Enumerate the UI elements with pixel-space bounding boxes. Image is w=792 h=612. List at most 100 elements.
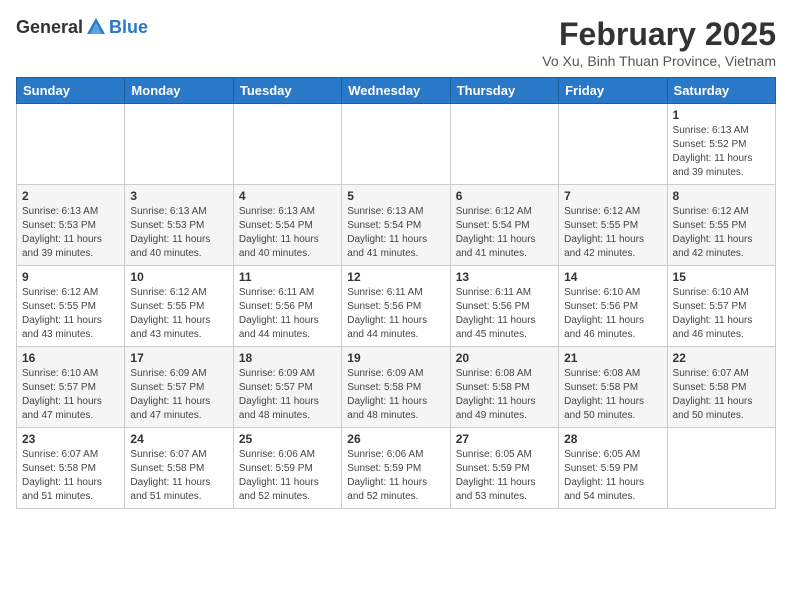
calendar-cell: 15 Sunrise: 6:10 AM Sunset: 5:57 PM Dayli… <box>667 266 775 347</box>
location-subtitle: Vo Xu, Binh Thuan Province, Vietnam <box>542 53 776 69</box>
calendar-cell: 12 Sunrise: 6:11 AM Sunset: 5:56 PM Dayli… <box>342 266 450 347</box>
day-number: 18 <box>239 351 336 365</box>
calendar-week-row: 1 Sunrise: 6:13 AM Sunset: 5:52 PM Daylig… <box>17 104 776 185</box>
column-header-thursday: Thursday <box>450 78 558 104</box>
day-info: Sunrise: 6:11 AM Sunset: 5:56 PM Dayligh… <box>347 286 444 342</box>
month-year-title: February 2025 <box>542 16 776 53</box>
column-header-sunday: Sunday <box>17 78 125 104</box>
column-header-monday: Monday <box>125 78 233 104</box>
day-number: 2 <box>22 189 119 203</box>
calendar-cell: 16Sunrise: 6:10 AM Sunset: 5:57 PM Dayli… <box>17 347 125 428</box>
day-number: 17 <box>130 351 227 365</box>
logo-general-text: General <box>16 17 83 38</box>
day-info: Sunrise: 6:10 AM Sunset: 5:57 PM Dayligh… <box>22 367 119 423</box>
calendar-cell <box>342 104 450 185</box>
day-info: Sunrise: 6:11 AM Sunset: 5:56 PM Dayligh… <box>456 286 553 342</box>
day-info: Sunrise: 6:07 AM Sunset: 5:58 PM Dayligh… <box>22 448 119 504</box>
day-info: Sunrise: 6:13 AM Sunset: 5:53 PM Dayligh… <box>130 205 227 261</box>
day-number: 4 <box>239 189 336 203</box>
day-info: Sunrise: 6:09 AM Sunset: 5:58 PM Dayligh… <box>347 367 444 423</box>
calendar-cell: 11 Sunrise: 6:11 AM Sunset: 5:56 PM Dayli… <box>233 266 341 347</box>
calendar-cell: 14Sunrise: 6:10 AM Sunset: 5:56 PM Dayli… <box>559 266 667 347</box>
day-info: Sunrise: 6:08 AM Sunset: 5:58 PM Dayligh… <box>564 367 661 423</box>
day-info: Sunrise: 6:12 AM Sunset: 5:55 PM Dayligh… <box>673 205 770 261</box>
day-info: Sunrise: 6:11 AM Sunset: 5:56 PM Dayligh… <box>239 286 336 342</box>
calendar-cell: 2 Sunrise: 6:13 AM Sunset: 5:53 PM Daylig… <box>17 185 125 266</box>
calendar-cell: 19 Sunrise: 6:09 AM Sunset: 5:58 PM Dayli… <box>342 347 450 428</box>
day-number: 9 <box>22 270 119 284</box>
day-info: Sunrise: 6:05 AM Sunset: 5:59 PM Dayligh… <box>564 448 661 504</box>
calendar-cell: 8 Sunrise: 6:12 AM Sunset: 5:55 PM Daylig… <box>667 185 775 266</box>
page-header: General Blue February 2025 Vo Xu, Binh T… <box>16 16 776 69</box>
calendar-cell: 4 Sunrise: 6:13 AM Sunset: 5:54 PM Daylig… <box>233 185 341 266</box>
day-info: Sunrise: 6:07 AM Sunset: 5:58 PM Dayligh… <box>130 448 227 504</box>
calendar-header-row: SundayMondayTuesdayWednesdayThursdayFrid… <box>17 78 776 104</box>
day-info: Sunrise: 6:12 AM Sunset: 5:55 PM Dayligh… <box>22 286 119 342</box>
column-header-friday: Friday <box>559 78 667 104</box>
calendar-cell: 7Sunrise: 6:12 AM Sunset: 5:55 PM Daylig… <box>559 185 667 266</box>
logo-icon <box>85 16 107 38</box>
day-number: 27 <box>456 432 553 446</box>
day-info: Sunrise: 6:13 AM Sunset: 5:54 PM Dayligh… <box>347 205 444 261</box>
calendar-cell: 22 Sunrise: 6:07 AM Sunset: 5:58 PM Dayli… <box>667 347 775 428</box>
calendar-cell: 13 Sunrise: 6:11 AM Sunset: 5:56 PM Dayli… <box>450 266 558 347</box>
day-number: 12 <box>347 270 444 284</box>
day-info: Sunrise: 6:09 AM Sunset: 5:57 PM Dayligh… <box>239 367 336 423</box>
column-header-wednesday: Wednesday <box>342 78 450 104</box>
calendar-cell: 6Sunrise: 6:12 AM Sunset: 5:54 PM Daylig… <box>450 185 558 266</box>
calendar-cell: 10Sunrise: 6:12 AM Sunset: 5:55 PM Dayli… <box>125 266 233 347</box>
day-number: 13 <box>456 270 553 284</box>
calendar-cell: 24Sunrise: 6:07 AM Sunset: 5:58 PM Dayli… <box>125 428 233 509</box>
day-info: Sunrise: 6:13 AM Sunset: 5:54 PM Dayligh… <box>239 205 336 261</box>
calendar-cell: 18 Sunrise: 6:09 AM Sunset: 5:57 PM Dayli… <box>233 347 341 428</box>
calendar-cell: 21 Sunrise: 6:08 AM Sunset: 5:58 PM Dayli… <box>559 347 667 428</box>
day-number: 1 <box>673 108 770 122</box>
column-header-saturday: Saturday <box>667 78 775 104</box>
calendar-cell: 1 Sunrise: 6:13 AM Sunset: 5:52 PM Daylig… <box>667 104 775 185</box>
day-number: 8 <box>673 189 770 203</box>
calendar-cell <box>17 104 125 185</box>
logo-blue-text: Blue <box>109 17 148 38</box>
calendar-cell <box>667 428 775 509</box>
calendar-cell <box>125 104 233 185</box>
calendar-cell: 17 Sunrise: 6:09 AM Sunset: 5:57 PM Dayli… <box>125 347 233 428</box>
calendar-cell: 9 Sunrise: 6:12 AM Sunset: 5:55 PM Daylig… <box>17 266 125 347</box>
calendar-cell: 25 Sunrise: 6:06 AM Sunset: 5:59 PM Dayli… <box>233 428 341 509</box>
calendar-week-row: 2 Sunrise: 6:13 AM Sunset: 5:53 PM Daylig… <box>17 185 776 266</box>
calendar-week-row: 23 Sunrise: 6:07 AM Sunset: 5:58 PM Dayli… <box>17 428 776 509</box>
calendar-cell: 27Sunrise: 6:05 AM Sunset: 5:59 PM Dayli… <box>450 428 558 509</box>
calendar-week-row: 9 Sunrise: 6:12 AM Sunset: 5:55 PM Daylig… <box>17 266 776 347</box>
day-number: 25 <box>239 432 336 446</box>
calendar-cell: 23 Sunrise: 6:07 AM Sunset: 5:58 PM Dayli… <box>17 428 125 509</box>
calendar-cell: 28Sunrise: 6:05 AM Sunset: 5:59 PM Dayli… <box>559 428 667 509</box>
day-number: 26 <box>347 432 444 446</box>
title-block: February 2025 Vo Xu, Binh Thuan Province… <box>542 16 776 69</box>
day-info: Sunrise: 6:06 AM Sunset: 5:59 PM Dayligh… <box>239 448 336 504</box>
day-info: Sunrise: 6:09 AM Sunset: 5:57 PM Dayligh… <box>130 367 227 423</box>
calendar-week-row: 16Sunrise: 6:10 AM Sunset: 5:57 PM Dayli… <box>17 347 776 428</box>
day-info: Sunrise: 6:10 AM Sunset: 5:57 PM Dayligh… <box>673 286 770 342</box>
day-info: Sunrise: 6:12 AM Sunset: 5:55 PM Dayligh… <box>130 286 227 342</box>
day-info: Sunrise: 6:13 AM Sunset: 5:52 PM Dayligh… <box>673 124 770 180</box>
day-number: 11 <box>239 270 336 284</box>
day-info: Sunrise: 6:12 AM Sunset: 5:54 PM Dayligh… <box>456 205 553 261</box>
day-number: 19 <box>347 351 444 365</box>
day-info: Sunrise: 6:10 AM Sunset: 5:56 PM Dayligh… <box>564 286 661 342</box>
logo: General Blue <box>16 16 148 38</box>
day-info: Sunrise: 6:07 AM Sunset: 5:58 PM Dayligh… <box>673 367 770 423</box>
day-info: Sunrise: 6:13 AM Sunset: 5:53 PM Dayligh… <box>22 205 119 261</box>
day-number: 15 <box>673 270 770 284</box>
column-header-tuesday: Tuesday <box>233 78 341 104</box>
calendar-cell <box>450 104 558 185</box>
calendar-cell: 5 Sunrise: 6:13 AM Sunset: 5:54 PM Daylig… <box>342 185 450 266</box>
day-number: 20 <box>456 351 553 365</box>
day-number: 21 <box>564 351 661 365</box>
calendar-table: SundayMondayTuesdayWednesdayThursdayFrid… <box>16 77 776 509</box>
day-number: 5 <box>347 189 444 203</box>
calendar-cell: 20 Sunrise: 6:08 AM Sunset: 5:58 PM Dayli… <box>450 347 558 428</box>
day-number: 22 <box>673 351 770 365</box>
day-info: Sunrise: 6:08 AM Sunset: 5:58 PM Dayligh… <box>456 367 553 423</box>
calendar-cell <box>559 104 667 185</box>
calendar-cell <box>233 104 341 185</box>
day-number: 23 <box>22 432 119 446</box>
